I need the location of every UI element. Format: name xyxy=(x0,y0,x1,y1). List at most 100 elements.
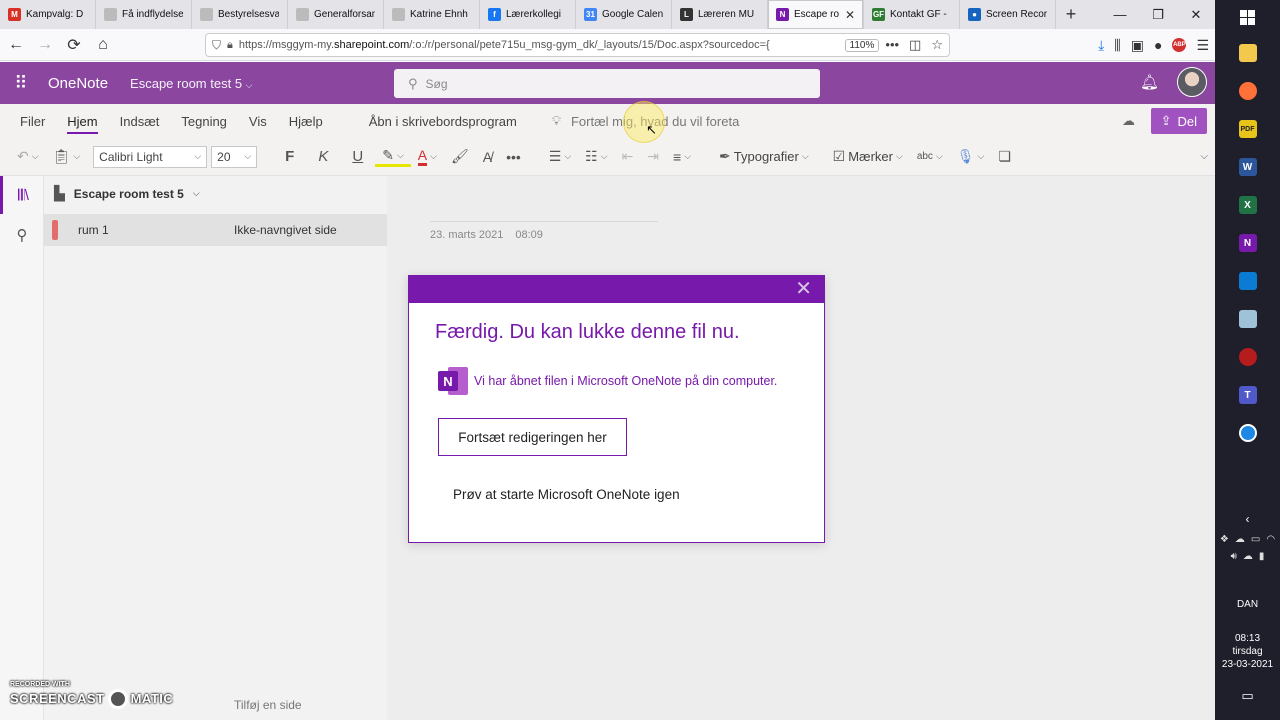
close-window-icon[interactable]: ✕ xyxy=(1177,0,1215,29)
restore-icon[interactable]: ❐ xyxy=(1139,0,1177,29)
minimize-icon[interactable]: — xyxy=(1101,0,1139,29)
download-icon[interactable]: ⤓ xyxy=(1098,37,1104,54)
avatar[interactable] xyxy=(1177,67,1207,97)
format-painter-icon[interactable]: 🖌︎ xyxy=(444,148,476,165)
adblock-icon[interactable]: ABP xyxy=(1172,38,1187,52)
word-icon[interactable]: W xyxy=(1215,148,1280,186)
dropbox-icon[interactable]: ❖ xyxy=(1220,534,1229,545)
forward-arrow-icon[interactable]: → xyxy=(32,32,58,58)
browser-tab[interactable]: N Escape ro ✕ xyxy=(768,0,864,29)
browser-tab[interactable]: M Kampvalg: D xyxy=(0,0,96,29)
notifications-icon[interactable]: ▭ xyxy=(1215,688,1280,704)
tab-hjem[interactable]: Hjem xyxy=(56,104,108,138)
clock[interactable]: 08:13 tirsdag 23-03-2021 xyxy=(1215,632,1280,671)
screencast-app-icon[interactable] xyxy=(1215,414,1280,452)
onedrive-icon[interactable]: ☁ xyxy=(1235,534,1245,545)
tab-filer[interactable]: Filer xyxy=(9,104,56,138)
tab-vis[interactable]: Vis xyxy=(238,104,278,138)
browser-tab[interactable]: Generalforsamlin xyxy=(288,0,384,29)
url-bar[interactable]: ⛉ 🔒︎ https://msggym-my.sharepoint.com/:o… xyxy=(205,33,950,57)
tab-close-icon[interactable]: ✕ xyxy=(845,8,855,22)
decrease-indent-icon[interactable]: ⇤ xyxy=(615,148,641,165)
share-button[interactable]: ⇪ Del xyxy=(1150,108,1207,134)
sidebar-icon[interactable]: ▣ xyxy=(1131,37,1144,54)
pocket-icon[interactable]: ◫ xyxy=(909,37,921,53)
close-icon[interactable]: ✕ xyxy=(795,279,812,299)
numbering-icon[interactable]: ☷ ⌵ xyxy=(578,148,614,165)
windows-start-icon[interactable] xyxy=(1215,0,1280,34)
notebooks-icon[interactable]: 𝄃𝄃\ xyxy=(0,176,44,214)
app-name[interactable]: OneNote xyxy=(48,75,108,92)
bullets-icon[interactable]: ☰ ⌵ xyxy=(542,148,578,165)
back-arrow-icon[interactable]: ← xyxy=(3,32,29,58)
teams-icon[interactable]: T xyxy=(1215,376,1280,414)
browser-tab[interactable]: 31 Google Calen xyxy=(576,0,672,29)
browser-tab[interactable]: Bestyrelsesva xyxy=(192,0,288,29)
increase-indent-icon[interactable]: ⇥ xyxy=(640,148,666,165)
recycle-bin-icon[interactable] xyxy=(1215,300,1280,338)
pdf-app-icon[interactable]: PDF xyxy=(1215,110,1280,148)
app-red-icon[interactable] xyxy=(1215,338,1280,376)
browser-tab[interactable]: ● Screen Recor xyxy=(960,0,1056,29)
dictate-icon[interactable]: 🎙︎ ⌵ xyxy=(950,148,992,165)
language-indicator[interactable]: DAN xyxy=(1215,599,1280,610)
browser-tab[interactable]: L Læreren MU xyxy=(672,0,768,29)
notebook-selector[interactable]: ▙ Escape room test 5 ⌵ xyxy=(44,176,387,211)
italic-button[interactable]: K xyxy=(306,148,340,165)
align-icon[interactable]: ≡ ⌵ xyxy=(666,149,698,165)
browser-tab[interactable]: Katrine Ehnh xyxy=(384,0,480,29)
bell-icon[interactable]: 🔔︎ xyxy=(1140,73,1159,91)
bold-button[interactable]: F xyxy=(273,148,306,165)
undo-icon[interactable]: ↶ ⌵ xyxy=(10,148,46,165)
more-icon[interactable]: ••• xyxy=(499,149,528,165)
browser-tab[interactable]: f Lærerkollegi xyxy=(480,0,576,29)
lock-icon[interactable]: 🔒︎ xyxy=(227,39,233,52)
tags-button[interactable]: ☑ Mærker ⌵ xyxy=(826,148,910,165)
notebook-title[interactable]: Escape room test 5 ⌵ xyxy=(130,76,252,91)
cloud-sync-icon[interactable]: ☁ xyxy=(1243,551,1253,562)
library-icon[interactable]: ⫼ xyxy=(1114,37,1120,54)
highlight-icon[interactable]: ✎ ⌵ xyxy=(375,147,411,167)
new-tab-button[interactable]: + xyxy=(1056,0,1086,29)
search-icon[interactable]: ⚲ xyxy=(0,216,44,254)
url-text[interactable]: https://msggym-my.sharepoint.com/:o:/r/p… xyxy=(239,39,839,51)
sync-cloud-icon[interactable]: ☁ xyxy=(1122,113,1135,129)
font-name-select[interactable]: Calibri Light ⌵ xyxy=(93,145,208,168)
battery-icon[interactable]: ▭ xyxy=(1251,534,1260,545)
page-name[interactable]: Ikke-navngivet side xyxy=(234,223,337,237)
zoom-level-badge[interactable]: 110% xyxy=(844,38,880,52)
search-input[interactable]: ⚲ Søg xyxy=(394,69,820,98)
tab-indsaet[interactable]: Indsæt xyxy=(109,104,171,138)
ribbon-collapse-icon[interactable]: ⌵ xyxy=(1193,151,1215,162)
clear-format-icon[interactable]: A̸ xyxy=(476,149,499,165)
page-title-line[interactable] xyxy=(430,221,658,222)
tab-tegning[interactable]: Tegning xyxy=(170,104,238,138)
account-icon[interactable]: ● xyxy=(1154,37,1162,53)
open-in-desktop-button[interactable]: Åbn i skrivebordsprogram xyxy=(358,104,528,138)
retry-onenote-link[interactable]: Prøv at starte Microsoft OneNote igen xyxy=(453,487,680,502)
firefox-icon[interactable] xyxy=(1215,72,1280,110)
font-size-select[interactable]: 20 ⌵ xyxy=(211,145,258,168)
more-actions-icon[interactable]: ••• xyxy=(885,37,899,53)
tab-hjaelp[interactable]: Hjælp xyxy=(278,104,334,138)
home-icon[interactable]: ⌂ xyxy=(90,32,116,58)
continue-editing-button[interactable]: Fortsæt redigeringen her xyxy=(438,418,627,456)
spelling-icon[interactable]: abc ⌵ xyxy=(910,151,950,162)
clipboard-icon[interactable]: 📋︎ ⌵ xyxy=(46,148,88,165)
browser-tab[interactable]: Få indflydelse xyxy=(96,0,192,29)
app-launcher-icon[interactable]: ⠿ xyxy=(0,73,42,94)
shield-icon[interactable]: ⛉ xyxy=(212,38,221,53)
wifi-icon[interactable]: ◠ xyxy=(1266,534,1275,545)
styles-button[interactable]: ✒ Typografier ⌵ xyxy=(712,148,816,165)
excel-icon[interactable]: X xyxy=(1215,186,1280,224)
onenote-taskbar-icon[interactable]: N xyxy=(1215,224,1280,262)
outlook-icon[interactable] xyxy=(1215,262,1280,300)
usb-icon[interactable]: ▮ xyxy=(1259,551,1265,562)
menu-icon[interactable]: ☰ xyxy=(1196,37,1209,54)
reload-icon[interactable]: ⟳ xyxy=(61,32,87,58)
sticky-note-icon[interactable]: ❏ xyxy=(991,148,1018,165)
volume-icon[interactable]: 🔊︎ xyxy=(1231,551,1237,562)
section-name[interactable]: rum 1 xyxy=(78,223,234,237)
section-row[interactable]: rum 1 Ikke-navngivet side xyxy=(44,214,387,246)
file-explorer-icon[interactable] xyxy=(1215,34,1280,72)
